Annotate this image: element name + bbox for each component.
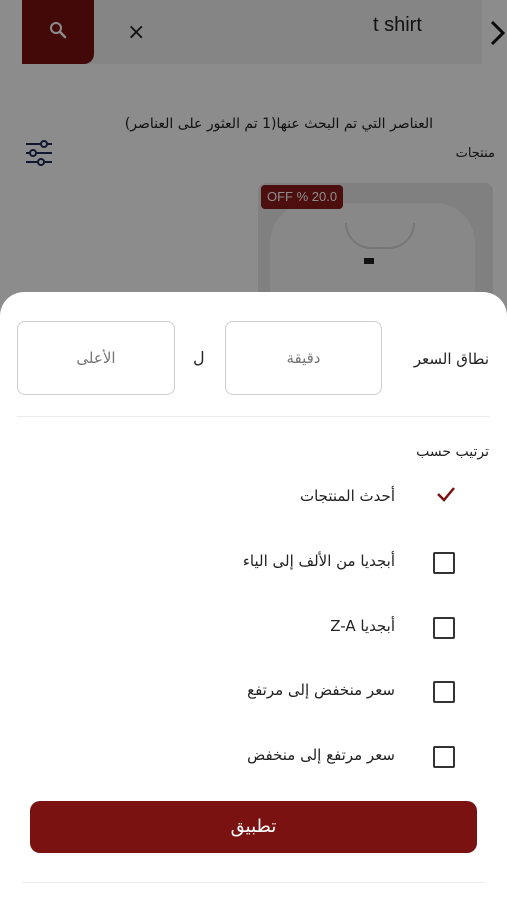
divider	[22, 882, 485, 883]
sort-option-label: سعر منخفض إلى مرتفع	[247, 681, 395, 699]
sort-option-label: أبجديا من الألف إلى الياء	[242, 552, 395, 570]
sort-option-price-low-high[interactable]: سعر منخفض إلى مرتفع	[200, 673, 470, 713]
min-price-input[interactable]	[225, 321, 382, 395]
checkbox[interactable]	[433, 681, 455, 703]
filter-bottom-sheet: نطاق السعر ل ترتيب حسب أحدث المنتجات أبج…	[0, 292, 507, 900]
price-to-label: ل	[193, 348, 205, 367]
sort-option-label: أحدث المنتجات	[299, 487, 395, 505]
apply-button[interactable]: تطبيق	[30, 801, 477, 853]
checkbox[interactable]	[433, 617, 455, 639]
sort-option-label: أبجديا Z-A	[330, 617, 395, 635]
sort-option-label: سعر مرتفع إلى منخفض	[247, 746, 395, 764]
checkbox[interactable]	[433, 746, 455, 768]
price-range-label: نطاق السعر	[413, 350, 489, 368]
sort-option-price-high-low[interactable]: سعر مرتفع إلى منخفض	[200, 738, 470, 778]
checkbox[interactable]	[433, 552, 455, 574]
sort-option-newest[interactable]: أحدث المنتجات	[200, 479, 470, 519]
sort-by-title: ترتيب حسب	[416, 444, 489, 460]
check-icon	[435, 483, 457, 509]
sort-option-alpha-za[interactable]: أبجديا Z-A	[200, 609, 470, 649]
sort-option-alpha-az[interactable]: أبجديا من الألف إلى الياء	[200, 544, 470, 584]
max-price-input[interactable]	[17, 321, 175, 395]
divider	[17, 416, 490, 417]
